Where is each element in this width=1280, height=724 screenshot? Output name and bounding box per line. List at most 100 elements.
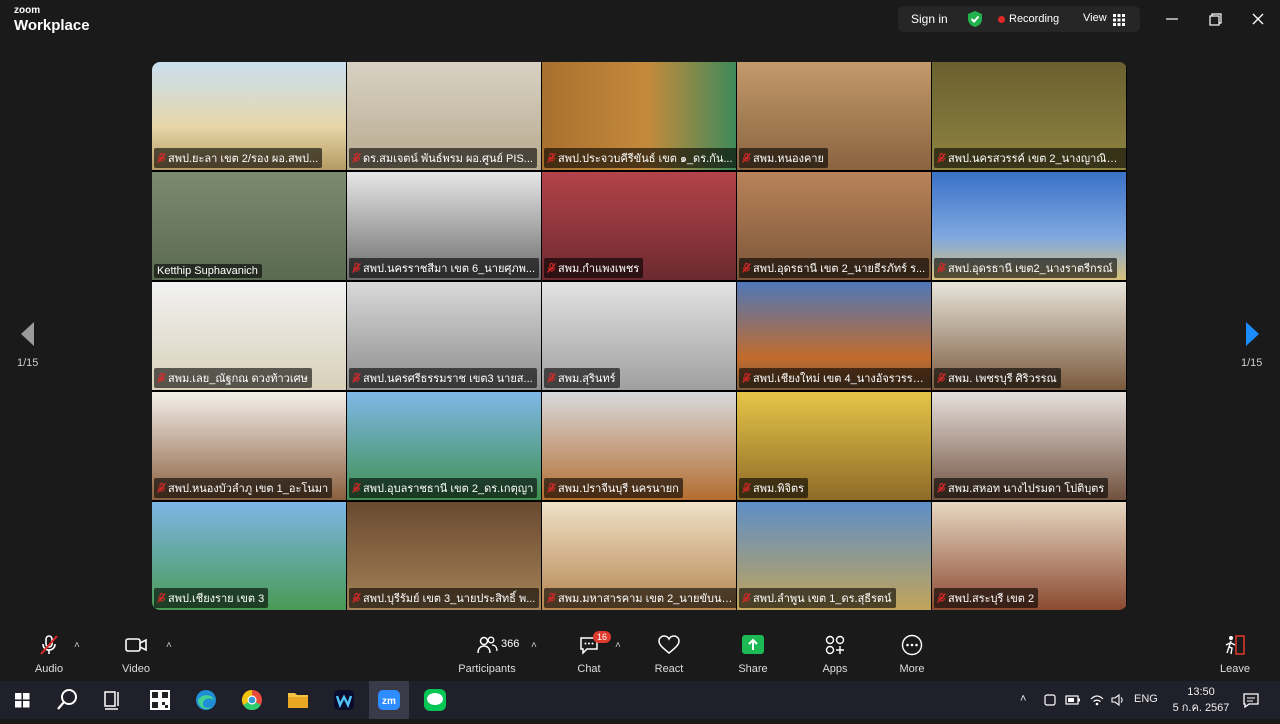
mic-muted-icon	[742, 483, 751, 493]
tray-overflow-chevron-icon[interactable]: ˄	[1020, 693, 1026, 705]
zoom-logo: zoom Workplace	[14, 6, 90, 34]
participants-icon	[477, 636, 498, 654]
participant-video-tile[interactable]: สพม.ปราจีนบุรี นครนายก	[542, 392, 736, 500]
participant-name: สพป.สระบุรี เขต 2	[948, 593, 1035, 605]
chat-unread-badge: 16	[593, 631, 612, 643]
participant-video-tile[interactable]: สพม.พิจิตร	[737, 392, 931, 500]
participant-video-tile[interactable]: ดร.สมเจตน์ พันธ์พรม ผอ.ศูนย์ PIS...	[347, 62, 541, 170]
participant-name-label: สพป.อุดรธานี เขต2_นางราตรีกรณ์	[934, 258, 1117, 278]
chat-chevron-icon[interactable]: ˄	[615, 640, 621, 651]
mic-muted-icon	[547, 483, 556, 493]
participant-video-tile[interactable]: Ketthip Suphavanich	[152, 172, 346, 280]
zoom-taskbar-icon[interactable]: zm	[369, 681, 409, 719]
share-button[interactable]: Share	[736, 634, 770, 675]
clock-time: 13:50	[1187, 686, 1215, 698]
file-explorer-icon[interactable]	[278, 681, 318, 719]
participant-video-tile[interactable]: สพป.อุดรธานี เขต 2_นายธีรภัทร์ ร...	[737, 172, 931, 280]
apps-button[interactable]: Apps	[818, 634, 852, 675]
mic-muted-icon	[352, 593, 361, 603]
edge-browser-icon[interactable]	[186, 681, 226, 719]
notifications-icon[interactable]	[1242, 691, 1260, 712]
mic-muted-icon	[742, 263, 751, 273]
minimize-icon[interactable]	[1163, 10, 1181, 28]
maximize-icon[interactable]	[1206, 10, 1224, 28]
system-clock[interactable]: 13:50 5 ก.ค. 2567	[1165, 684, 1237, 716]
heart-icon	[658, 635, 680, 654]
chat-button[interactable]: 16 Chat	[572, 631, 612, 675]
sign-in-button[interactable]: Sign in	[911, 12, 948, 26]
grid-view-icon[interactable]	[1113, 13, 1125, 31]
view-button[interactable]: View	[1083, 12, 1107, 24]
participant-video-tile[interactable]: สพม.เลย_ณัฐกณ ดวงท้าวเศษ	[152, 282, 346, 390]
participant-video-tile[interactable]: สพม.มหาสารคาม เขต 2_นายขับนร...	[542, 502, 736, 610]
participant-name: สพม.เลย_ณัฐกณ ดวงท้าวเศษ	[168, 373, 308, 385]
video-options-chevron-icon[interactable]: ˄	[166, 640, 172, 651]
participant-video-tile[interactable]: สพม. เพชรบุรี ศิริวรรณ	[932, 282, 1126, 390]
webex-app-icon[interactable]	[324, 681, 364, 719]
participant-name-label: สพม.พิจิตร	[739, 478, 809, 498]
participant-name-label: สพป.เชียงใหม่ เขต 4_นางอัจรวรรณ ...	[739, 368, 931, 388]
participant-video-tile[interactable]: สพป.นครราชสีมา เขต 6_นายศุภพ...	[347, 172, 541, 280]
chrome-browser-icon[interactable]	[232, 681, 272, 719]
leave-button[interactable]: Leave	[1218, 634, 1252, 675]
prev-page-arrow-icon[interactable]	[18, 320, 36, 353]
chat-label: Chat	[577, 663, 601, 675]
participant-video-tile[interactable]: สพป.อุดรธานี เขต2_นางราตรีกรณ์	[932, 172, 1126, 280]
language-indicator[interactable]: ENG	[1134, 693, 1158, 705]
video-button[interactable]: Video	[117, 634, 155, 675]
participant-video-tile[interactable]: สพป.เชียงใหม่ เขต 4_นางอัจรวรรณ ...	[737, 282, 931, 390]
recording-indicator[interactable]: Recording	[998, 13, 1059, 25]
windows-start-icon[interactable]	[2, 681, 42, 719]
participants-chevron-icon[interactable]: ˄	[531, 640, 537, 651]
participant-video-tile[interactable]: สพป.บุรีรัมย์ เขต 3_นายประสิทธิ์ พ...	[347, 502, 541, 610]
mic-muted-icon	[352, 153, 361, 163]
participant-video-tile[interactable]: สพป.สระบุรี เขต 2	[932, 502, 1126, 610]
participant-video-tile[interactable]: สพม.กำแพงเพชร	[542, 172, 736, 280]
wifi-icon[interactable]	[1089, 693, 1105, 710]
close-icon[interactable]	[1249, 10, 1267, 28]
audio-button[interactable]: Audio	[30, 634, 68, 675]
participant-name-label: สพม.มหาสารคาม เขต 2_นายขับนร...	[544, 588, 736, 608]
meet-now-icon[interactable]	[1043, 693, 1057, 710]
apps-icon	[825, 635, 845, 655]
participant-name-label: สพป.นครศรีธรรมราช เขต3 นายส...	[349, 368, 537, 388]
mic-muted-icon	[742, 373, 751, 383]
participant-video-tile[interactable]: สพป.ยะลา เขต 2/รอง ผอ.สพป...	[152, 62, 346, 170]
participant-name-label: สพม.ปราจีนบุรี นครนายก	[544, 478, 683, 498]
participant-name: สพม.สุรินทร์	[558, 373, 616, 385]
participant-video-tile[interactable]: สพม.สหอท นางไปรมดา โปติบุตร	[932, 392, 1126, 500]
battery-icon[interactable]	[1065, 693, 1081, 710]
participant-video-tile[interactable]: สพป.ลำพูน เขต 1_ดร.สุธีรตน์	[737, 502, 931, 610]
task-view-icon[interactable]	[92, 681, 132, 719]
mic-muted-icon	[352, 483, 361, 493]
next-page-arrow-icon[interactable]	[1244, 320, 1262, 353]
title-bar: zoom Workplace Sign in Recording View	[0, 0, 1280, 40]
record-dot-icon	[998, 15, 1005, 23]
more-button[interactable]: More	[895, 634, 929, 675]
meeting-status-pill: Sign in Recording View	[898, 6, 1140, 32]
participant-video-tile[interactable]: สพป.ประจวบคีรีขันธ์ เขต ๑_ดร.กัน...	[542, 62, 736, 170]
participant-name-label: สพป.อุดรธานี เขต 2_นายธีรภัทร์ ร...	[739, 258, 930, 278]
video-gallery-grid: สพป.ยะลา เขต 2/รอง ผอ.สพป... ดร.สมเจตน์ พ…	[152, 62, 1127, 610]
mic-muted-icon	[937, 263, 946, 273]
participant-name-label: สพป.นครสวรรค์ เขต 2_นางญาณินท์ จ...	[934, 148, 1126, 168]
participant-name: สพม.พิจิตร	[753, 483, 805, 495]
line-app-icon[interactable]	[415, 681, 455, 719]
participant-video-tile[interactable]: สพป.นครสวรรค์ เขต 2_นางญาณินท์ จ...	[932, 62, 1126, 170]
participant-video-tile[interactable]: สพป.หนองบัวลำภู เขต 1_อะโนมา	[152, 392, 346, 500]
audio-options-chevron-icon[interactable]: ˄	[74, 640, 80, 651]
mic-muted-icon	[742, 593, 751, 603]
react-button[interactable]: React	[652, 634, 686, 675]
participant-video-tile[interactable]: สพป.เชียงราย เขต 3	[152, 502, 346, 610]
participant-video-tile[interactable]: สพป.นครศรีธรรมราช เขต3 นายส...	[347, 282, 541, 390]
volume-icon[interactable]	[1110, 693, 1126, 710]
shield-icon[interactable]	[966, 10, 984, 33]
search-icon[interactable]	[47, 681, 87, 719]
participant-video-tile[interactable]: สพม.หนองคาย	[737, 62, 931, 170]
participant-name-label: สพม.หนองคาย	[739, 148, 829, 168]
participants-label: Participants	[458, 663, 516, 675]
participants-button[interactable]: 366 Participants	[455, 634, 519, 675]
qr-app-icon[interactable]	[140, 681, 180, 719]
participant-video-tile[interactable]: สพม.สุรินทร์	[542, 282, 736, 390]
participant-video-tile[interactable]: สพป.อุบลราชธานี เขต 2_ดร.เกตุญา	[347, 392, 541, 500]
